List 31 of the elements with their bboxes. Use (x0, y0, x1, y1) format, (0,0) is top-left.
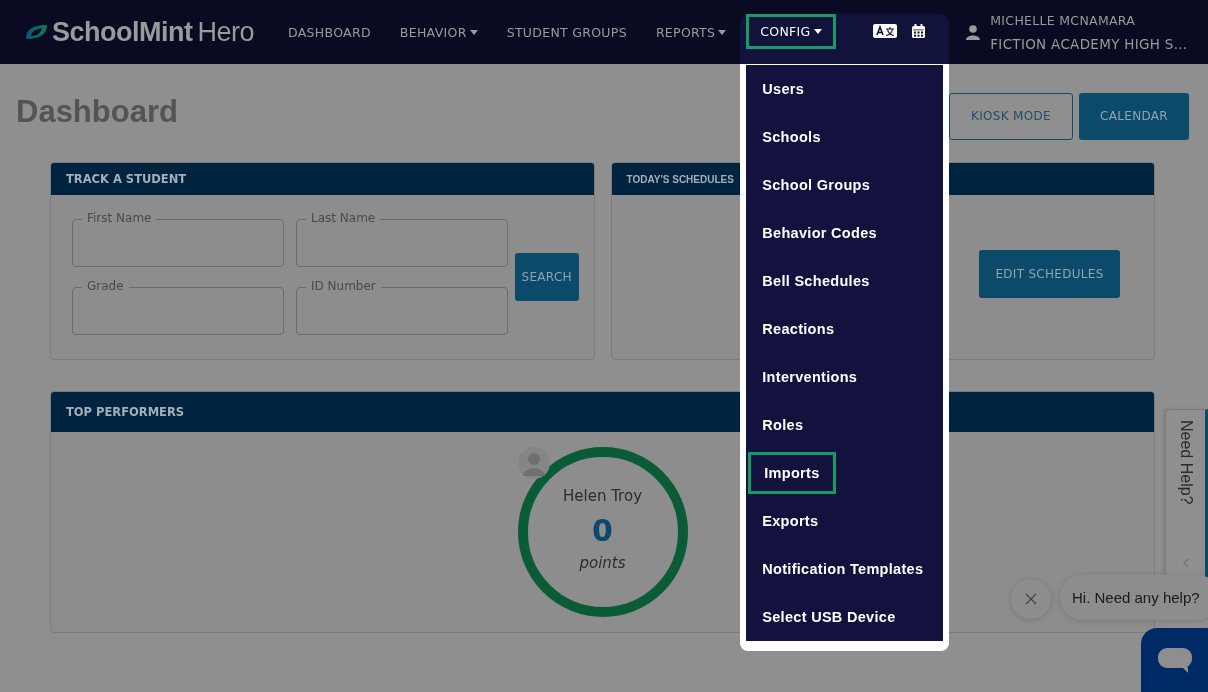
menu-item[interactable]: Reactions (746, 305, 944, 353)
card-title: TODAY'S SCHEDULES (626, 173, 734, 185)
nav-link[interactable]: STUDENT GROUPS (506, 24, 627, 40)
menu-item[interactable]: Select USB Device (746, 593, 944, 641)
search-button[interactable]: SEARCH (515, 253, 579, 301)
page-title: Dashboard (16, 94, 178, 131)
menu-item[interactable]: Exports (746, 497, 944, 545)
card-title: TRACK A STUDENT (66, 172, 187, 186)
menu-item[interactable]: Bell Schedules (746, 257, 944, 305)
nav-link[interactable]: DASHBOARD (288, 24, 371, 40)
brand-logo[interactable]: SchoolMint Hero (52, 16, 254, 48)
menu-item[interactable]: Roles (746, 401, 944, 449)
menu-item[interactable]: Schools (746, 113, 944, 161)
config-nav-link[interactable]: CONFIG (746, 14, 836, 49)
student-name: Helen Troy (563, 487, 642, 505)
user-name[interactable]: MICHELLE MCNAMARA (990, 12, 1188, 28)
nav-link[interactable]: BEHAVIOR (399, 24, 478, 40)
menu-item[interactable]: School Groups (746, 161, 944, 209)
menu-item[interactable]: Interventions (746, 353, 944, 401)
edit-schedules-button[interactable]: EDIT SCHEDULES (979, 250, 1120, 298)
school-name[interactable]: FICTION ACADEMY HIGH S... (990, 35, 1188, 52)
menu-item[interactable]: Users (746, 65, 944, 113)
menu-item[interactable]: Notification Templates (746, 545, 944, 593)
menu-item[interactable]: Imports (748, 452, 836, 494)
points-label: points (579, 554, 626, 572)
chat-toast: Hi. Need any help? (1060, 575, 1208, 620)
menu-item[interactable]: Behavior Codes (746, 209, 944, 257)
nav-link[interactable]: REPORTS (655, 24, 727, 40)
points-value: 0 (592, 513, 613, 548)
calendar-button[interactable]: CALENDAR (1079, 92, 1189, 140)
card-title: TOP PERFORMERS (66, 405, 185, 419)
